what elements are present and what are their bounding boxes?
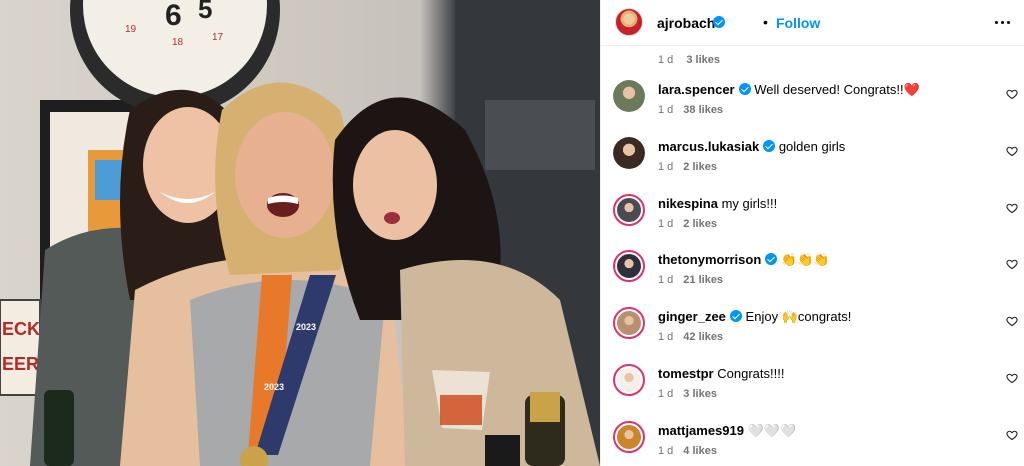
clock-number-6: 6: [165, 0, 182, 32]
verified-badge-icon: [738, 83, 751, 95]
comment-time: 1 d: [658, 274, 674, 287]
avatar-image: [617, 254, 641, 279]
comment-likes[interactable]: 42 likes: [683, 331, 723, 343]
like-heart-icon[interactable]: [1006, 372, 1018, 384]
comment-username[interactable]: lara.spencer: [658, 82, 735, 97]
comment-username[interactable]: tomestpr: [658, 366, 714, 381]
comment-time: 1 d: [658, 444, 674, 457]
clock-number-18: 18: [172, 37, 184, 48]
comment-likes[interactable]: 2 likes: [683, 161, 717, 173]
verified-badge-icon: [765, 253, 778, 266]
comment-avatar[interactable]: [613, 364, 645, 396]
comment-username[interactable]: ginger_zee: [658, 309, 726, 324]
comment-meta: 1 d 38 likes: [658, 104, 723, 116]
comment-username[interactable]: marcus.lukasiak: [658, 139, 759, 154]
comment-body: Congrats!!!!: [717, 366, 785, 381]
author-avatar[interactable]: [615, 8, 643, 36]
comment-text-line: lara.spencer Well deserved! Congrats!!❤️: [658, 82, 920, 98]
comment-meta: 1 d 2 likes: [658, 161, 717, 173]
avatar-image: [617, 368, 641, 392]
comment-likes[interactable]: 38 likes: [683, 104, 723, 116]
comment-text-line: nikespina my girls!!!: [658, 196, 777, 212]
comment-avatar[interactable]: [613, 420, 645, 453]
comment-row: ginger_zee Enjoy 🙌congrats! 1 d 42 likes: [601, 307, 1024, 364]
comment-row-partial: 1 d 3 likes: [601, 46, 1024, 66]
clock-number-17: 17: [212, 32, 224, 43]
comment-likes[interactable]: 4 likes: [683, 445, 717, 457]
comments-panel: ajrobach • Follow 1 d 3 likes lara.spenc…: [600, 0, 1024, 466]
comment-time: 1 d: [658, 388, 674, 400]
like-heart-icon[interactable]: [1006, 429, 1018, 441]
comment-meta: 1 d 4 likes: [658, 445, 717, 457]
comment-likes[interactable]: 3 likes: [686, 54, 720, 66]
comment-meta: 1 d 3 likes: [658, 54, 720, 66]
avatar-image: [617, 311, 641, 336]
sign-text-bottom: EER: [2, 354, 39, 374]
comment-time: 1 d: [658, 160, 674, 173]
comment-time: 1 d: [658, 217, 674, 230]
comment-meta: 1 d 21 likes: [658, 274, 723, 286]
comment-avatar[interactable]: [613, 80, 645, 112]
comment-avatar[interactable]: [613, 307, 645, 340]
photo-illustration: 6 5 19 18 17 ECK EER 2023 2023: [0, 0, 600, 466]
medal-text-right: 2023: [264, 382, 284, 392]
comment-meta: 1 d 3 likes: [658, 388, 717, 400]
like-heart-icon[interactable]: [1006, 88, 1018, 100]
comment-meta: 1 d 2 likes: [658, 218, 717, 230]
comment-body: my girls!!!: [721, 195, 778, 211]
comment-row: lara.spencer Well deserved! Congrats!!❤️…: [601, 80, 1024, 137]
comment-time: 1 d: [658, 54, 674, 66]
comment-body: 🤍🤍🤍: [747, 422, 797, 438]
avatar-image: [617, 424, 641, 449]
comment-body: 👏👏👏: [780, 252, 830, 268]
comment-text-line: marcus.lukasiak golden girls: [658, 139, 845, 155]
comment-row: marcus.lukasiak golden girls 1 d 2 likes: [601, 136, 1024, 194]
comment-likes[interactable]: 3 likes: [683, 388, 717, 400]
more-horizontal-icon[interactable]: [993, 14, 1013, 30]
comment-time: 1 d: [658, 331, 674, 344]
comment-body: Well deserved! Congrats!!❤️: [754, 82, 920, 97]
comment-likes[interactable]: 21 likes: [683, 274, 723, 286]
verified-badge-icon: [729, 310, 742, 323]
comment-likes[interactable]: 2 likes: [683, 218, 717, 230]
comment-list[interactable]: 1 d 3 likes lara.spencer Well deserved! …: [601, 46, 1024, 466]
avatar-image: [613, 80, 645, 112]
avatar-image: [613, 136, 645, 169]
header-separator-dot: •: [763, 14, 768, 30]
comment-avatar[interactable]: [613, 250, 645, 283]
clock-number-5: 5: [198, 0, 212, 24]
post-photo[interactable]: 6 5 19 18 17 ECK EER 2023 2023: [0, 0, 600, 466]
comment-body: golden girls: [778, 138, 846, 154]
avatar-image: [617, 197, 641, 222]
comment-username[interactable]: nikespina: [658, 196, 718, 211]
comment-row: tomestpr Congrats!!!! 1 d 3 likes: [601, 364, 1024, 421]
clock-number-19: 19: [125, 24, 137, 35]
verified-badge-icon: [763, 139, 776, 152]
like-heart-icon[interactable]: [1006, 202, 1018, 214]
like-heart-icon[interactable]: [1006, 145, 1018, 157]
sign-text-top: ECK: [2, 319, 40, 339]
comment-row: mattjames919 🤍🤍🤍 1 d 4 likes: [601, 420, 1024, 466]
follow-button[interactable]: Follow: [776, 15, 820, 31]
comment-username[interactable]: mattjames919: [658, 423, 744, 438]
comment-text-line: mattjames919 🤍🤍🤍: [658, 423, 796, 439]
like-heart-icon[interactable]: [1006, 315, 1018, 327]
comment-body: Enjoy 🙌congrats!: [745, 309, 852, 325]
comment-row: thetonymorrison 👏👏👏 1 d 21 likes: [601, 250, 1024, 307]
comment-time: 1 d: [658, 104, 674, 116]
author-username[interactable]: ajrobach: [657, 15, 715, 31]
comment-text-line: thetonymorrison 👏👏👏: [658, 252, 829, 268]
post-header: ajrobach • Follow: [601, 0, 1024, 46]
comment-text-line: ginger_zee Enjoy 🙌congrats!: [658, 309, 851, 325]
medal-text-left: 2023: [296, 322, 316, 332]
comment-username[interactable]: thetonymorrison: [658, 252, 761, 267]
comment-text-line: tomestpr Congrats!!!!: [658, 366, 784, 382]
comment-row: nikespina my girls!!! 1 d 2 likes: [601, 193, 1024, 251]
comment-meta: 1 d 42 likes: [658, 331, 723, 343]
verified-badge-icon: [713, 16, 725, 28]
comment-avatar[interactable]: [613, 136, 645, 169]
like-heart-icon[interactable]: [1006, 258, 1018, 270]
comment-avatar[interactable]: [613, 193, 645, 226]
